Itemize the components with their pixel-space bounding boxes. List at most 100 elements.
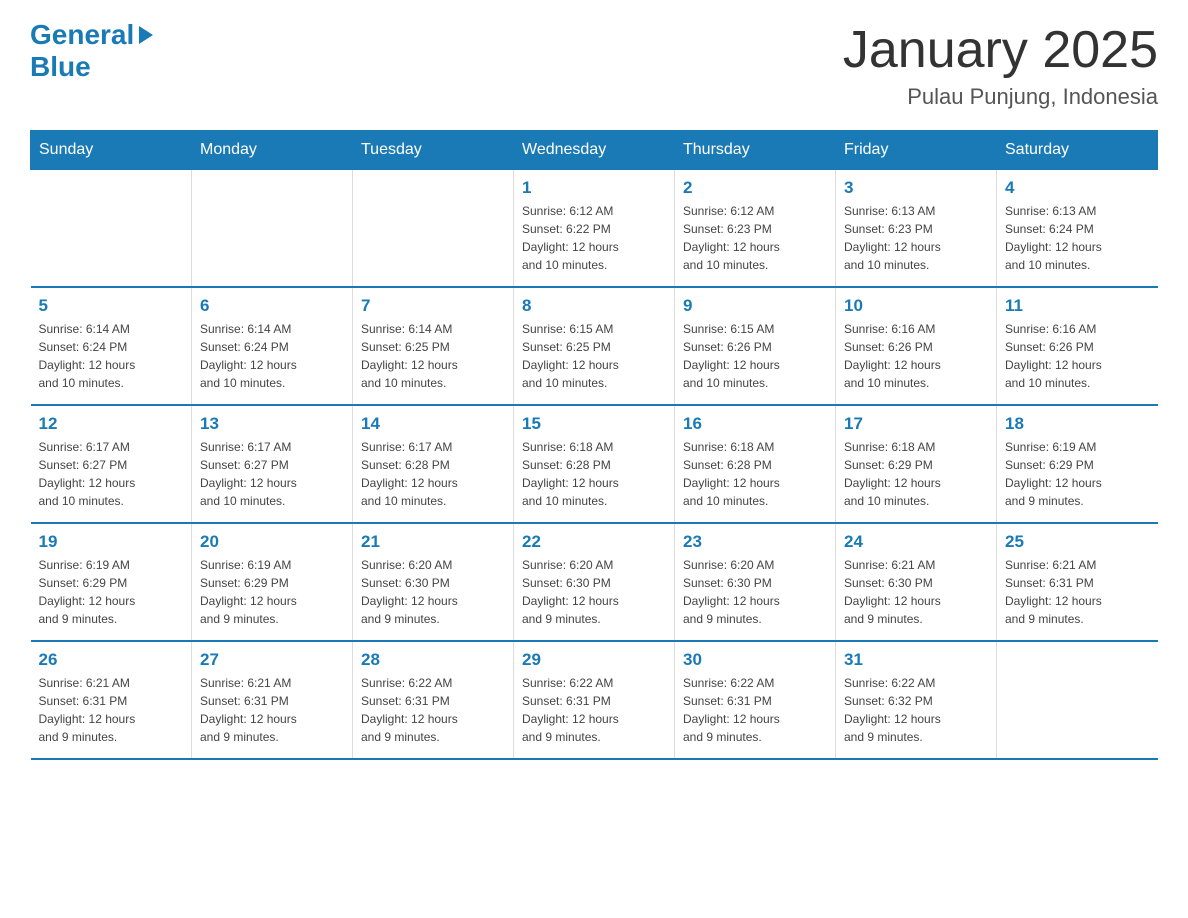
day-info: Sunrise: 6:22 AMSunset: 6:32 PMDaylight:… [844, 674, 988, 746]
day-number: 6 [200, 296, 344, 316]
day-number: 10 [844, 296, 988, 316]
day-info: Sunrise: 6:22 AMSunset: 6:31 PMDaylight:… [522, 674, 666, 746]
calendar-cell: 19Sunrise: 6:19 AMSunset: 6:29 PMDayligh… [31, 523, 192, 641]
day-info: Sunrise: 6:14 AMSunset: 6:24 PMDaylight:… [200, 320, 344, 392]
day-number: 5 [39, 296, 184, 316]
logo-arrow-icon [139, 26, 153, 44]
calendar-cell [192, 170, 353, 288]
day-number: 23 [683, 532, 827, 552]
day-info: Sunrise: 6:17 AMSunset: 6:27 PMDaylight:… [200, 438, 344, 510]
week-row-3: 12 Sunrise: 6:17 AMSunset: 6:27 PMDayligh… [31, 405, 1158, 523]
day-info: Sunrise: 6:14 AMSunset: 6:24 PMDaylight:… [39, 320, 184, 392]
day-number: 4 [1005, 178, 1150, 198]
day-number: 28 [361, 650, 505, 670]
day-number: 2 [683, 178, 827, 198]
calendar-subtitle: Pulau Punjung, Indonesia [843, 84, 1158, 110]
calendar-cell: 4Sunrise: 6:13 AMSunset: 6:24 PMDaylight… [997, 170, 1158, 288]
day-number: 15 [522, 414, 666, 434]
weekday-header-wednesday: Wednesday [514, 131, 675, 170]
day-info: Sunrise: 6:12 AMSunset: 6:22 PMDaylight:… [522, 202, 666, 274]
day-info: Sunrise: 6:22 AMSunset: 6:31 PMDaylight:… [683, 674, 827, 746]
calendar-table: SundayMondayTuesdayWednesdayThursdayFrid… [30, 130, 1158, 760]
day-number: 29 [522, 650, 666, 670]
calendar-cell: 22Sunrise: 6:20 AMSunset: 6:30 PMDayligh… [514, 523, 675, 641]
day-number: 21 [361, 532, 505, 552]
calendar-cell: 5 Sunrise: 6:14 AMSunset: 6:24 PMDaylight… [31, 287, 192, 405]
day-info: Sunrise: 6:19 AMSunset: 6:29 PMDaylight:… [200, 556, 344, 628]
day-number: 22 [522, 532, 666, 552]
day-info: Sunrise: 6:18 AMSunset: 6:28 PMDaylight:… [522, 438, 666, 510]
day-info: Sunrise: 6:17 AMSunset: 6:28 PMDaylight:… [361, 438, 505, 510]
day-number: 1 [522, 178, 666, 198]
day-number: 26 [39, 650, 184, 670]
calendar-cell: 9Sunrise: 6:15 AMSunset: 6:26 PMDaylight… [675, 287, 836, 405]
day-info: Sunrise: 6:18 AMSunset: 6:28 PMDaylight:… [683, 438, 827, 510]
day-number: 18 [1005, 414, 1150, 434]
day-info: Sunrise: 6:20 AMSunset: 6:30 PMDaylight:… [683, 556, 827, 628]
day-number: 25 [1005, 532, 1150, 552]
logo-text: General [30, 20, 153, 51]
day-info: Sunrise: 6:13 AMSunset: 6:23 PMDaylight:… [844, 202, 988, 274]
day-number: 27 [200, 650, 344, 670]
calendar-cell: 17 Sunrise: 6:18 AMSunset: 6:29 PMDayligh… [836, 405, 997, 523]
calendar-cell: 1 Sunrise: 6:12 AMSunset: 6:22 PMDaylight… [514, 170, 675, 288]
calendar-cell: 14Sunrise: 6:17 AMSunset: 6:28 PMDayligh… [353, 405, 514, 523]
calendar-cell: 7 Sunrise: 6:14 AMSunset: 6:25 PMDaylight… [353, 287, 514, 405]
day-info: Sunrise: 6:21 AMSunset: 6:30 PMDaylight:… [844, 556, 988, 628]
day-number: 11 [1005, 296, 1150, 316]
day-number: 13 [200, 414, 344, 434]
weekday-header-thursday: Thursday [675, 131, 836, 170]
day-number: 16 [683, 414, 827, 434]
calendar-cell [31, 170, 192, 288]
week-row-4: 19Sunrise: 6:19 AMSunset: 6:29 PMDayligh… [31, 523, 1158, 641]
day-info: Sunrise: 6:20 AMSunset: 6:30 PMDaylight:… [361, 556, 505, 628]
day-number: 8 [522, 296, 666, 316]
day-info: Sunrise: 6:16 AMSunset: 6:26 PMDaylight:… [844, 320, 988, 392]
calendar-cell: 25 Sunrise: 6:21 AMSunset: 6:31 PMDayligh… [997, 523, 1158, 641]
day-info: Sunrise: 6:18 AMSunset: 6:29 PMDaylight:… [844, 438, 988, 510]
logo-general: General [30, 19, 134, 50]
day-number: 7 [361, 296, 505, 316]
day-number: 30 [683, 650, 827, 670]
day-info: Sunrise: 6:21 AMSunset: 6:31 PMDaylight:… [1005, 556, 1150, 628]
calendar-cell: 18 Sunrise: 6:19 AMSunset: 6:29 PMDayligh… [997, 405, 1158, 523]
week-row-2: 5 Sunrise: 6:14 AMSunset: 6:24 PMDaylight… [31, 287, 1158, 405]
calendar-cell: 28 Sunrise: 6:22 AMSunset: 6:31 PMDayligh… [353, 641, 514, 759]
day-info: Sunrise: 6:16 AMSunset: 6:26 PMDaylight:… [1005, 320, 1150, 392]
calendar-cell: 31Sunrise: 6:22 AMSunset: 6:32 PMDayligh… [836, 641, 997, 759]
day-info: Sunrise: 6:17 AMSunset: 6:27 PMDaylight:… [39, 438, 184, 510]
day-info: Sunrise: 6:19 AMSunset: 6:29 PMDaylight:… [1005, 438, 1150, 510]
weekday-header-sunday: Sunday [31, 131, 192, 170]
day-info: Sunrise: 6:14 AMSunset: 6:25 PMDaylight:… [361, 320, 505, 392]
calendar-cell: 24 Sunrise: 6:21 AMSunset: 6:30 PMDayligh… [836, 523, 997, 641]
day-info: Sunrise: 6:15 AMSunset: 6:26 PMDaylight:… [683, 320, 827, 392]
weekday-header-tuesday: Tuesday [353, 131, 514, 170]
day-number: 3 [844, 178, 988, 198]
calendar-title: January 2025 [843, 20, 1158, 80]
logo: General Blue [30, 20, 153, 83]
calendar-cell: 29 Sunrise: 6:22 AMSunset: 6:31 PMDayligh… [514, 641, 675, 759]
header: General Blue January 2025 Pulau Punjung,… [30, 20, 1158, 110]
calendar-cell: 20Sunrise: 6:19 AMSunset: 6:29 PMDayligh… [192, 523, 353, 641]
calendar-cell: 15 Sunrise: 6:18 AMSunset: 6:28 PMDayligh… [514, 405, 675, 523]
calendar-cell: 30 Sunrise: 6:22 AMSunset: 6:31 PMDayligh… [675, 641, 836, 759]
day-info: Sunrise: 6:12 AMSunset: 6:23 PMDaylight:… [683, 202, 827, 274]
weekday-header-saturday: Saturday [997, 131, 1158, 170]
weekday-header-monday: Monday [192, 131, 353, 170]
day-number: 12 [39, 414, 184, 434]
calendar-cell: 10 Sunrise: 6:16 AMSunset: 6:26 PMDayligh… [836, 287, 997, 405]
calendar-cell: 16 Sunrise: 6:18 AMSunset: 6:28 PMDayligh… [675, 405, 836, 523]
week-row-1: 1 Sunrise: 6:12 AMSunset: 6:22 PMDaylight… [31, 170, 1158, 288]
day-number: 24 [844, 532, 988, 552]
day-info: Sunrise: 6:21 AMSunset: 6:31 PMDaylight:… [200, 674, 344, 746]
calendar-cell: 11 Sunrise: 6:16 AMSunset: 6:26 PMDayligh… [997, 287, 1158, 405]
calendar-cell: 13 Sunrise: 6:17 AMSunset: 6:27 PMDayligh… [192, 405, 353, 523]
calendar-cell: 6 Sunrise: 6:14 AMSunset: 6:24 PMDaylight… [192, 287, 353, 405]
calendar-cell: 27 Sunrise: 6:21 AMSunset: 6:31 PMDayligh… [192, 641, 353, 759]
day-info: Sunrise: 6:22 AMSunset: 6:31 PMDaylight:… [361, 674, 505, 746]
day-info: Sunrise: 6:15 AMSunset: 6:25 PMDaylight:… [522, 320, 666, 392]
title-block: January 2025 Pulau Punjung, Indonesia [843, 20, 1158, 110]
calendar-cell: 21 Sunrise: 6:20 AMSunset: 6:30 PMDayligh… [353, 523, 514, 641]
day-number: 17 [844, 414, 988, 434]
calendar-cell: 8 Sunrise: 6:15 AMSunset: 6:25 PMDaylight… [514, 287, 675, 405]
